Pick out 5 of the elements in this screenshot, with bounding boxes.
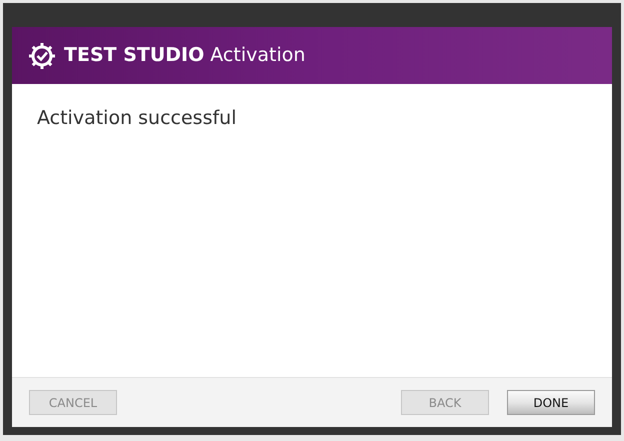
gear-check-icon [28,42,56,70]
status-message: Activation successful [37,107,236,129]
dialog-button[interactable]: DONE [507,390,595,415]
window-title: Activation [210,43,306,68]
brand-name: TEST STUDIO [64,43,204,68]
